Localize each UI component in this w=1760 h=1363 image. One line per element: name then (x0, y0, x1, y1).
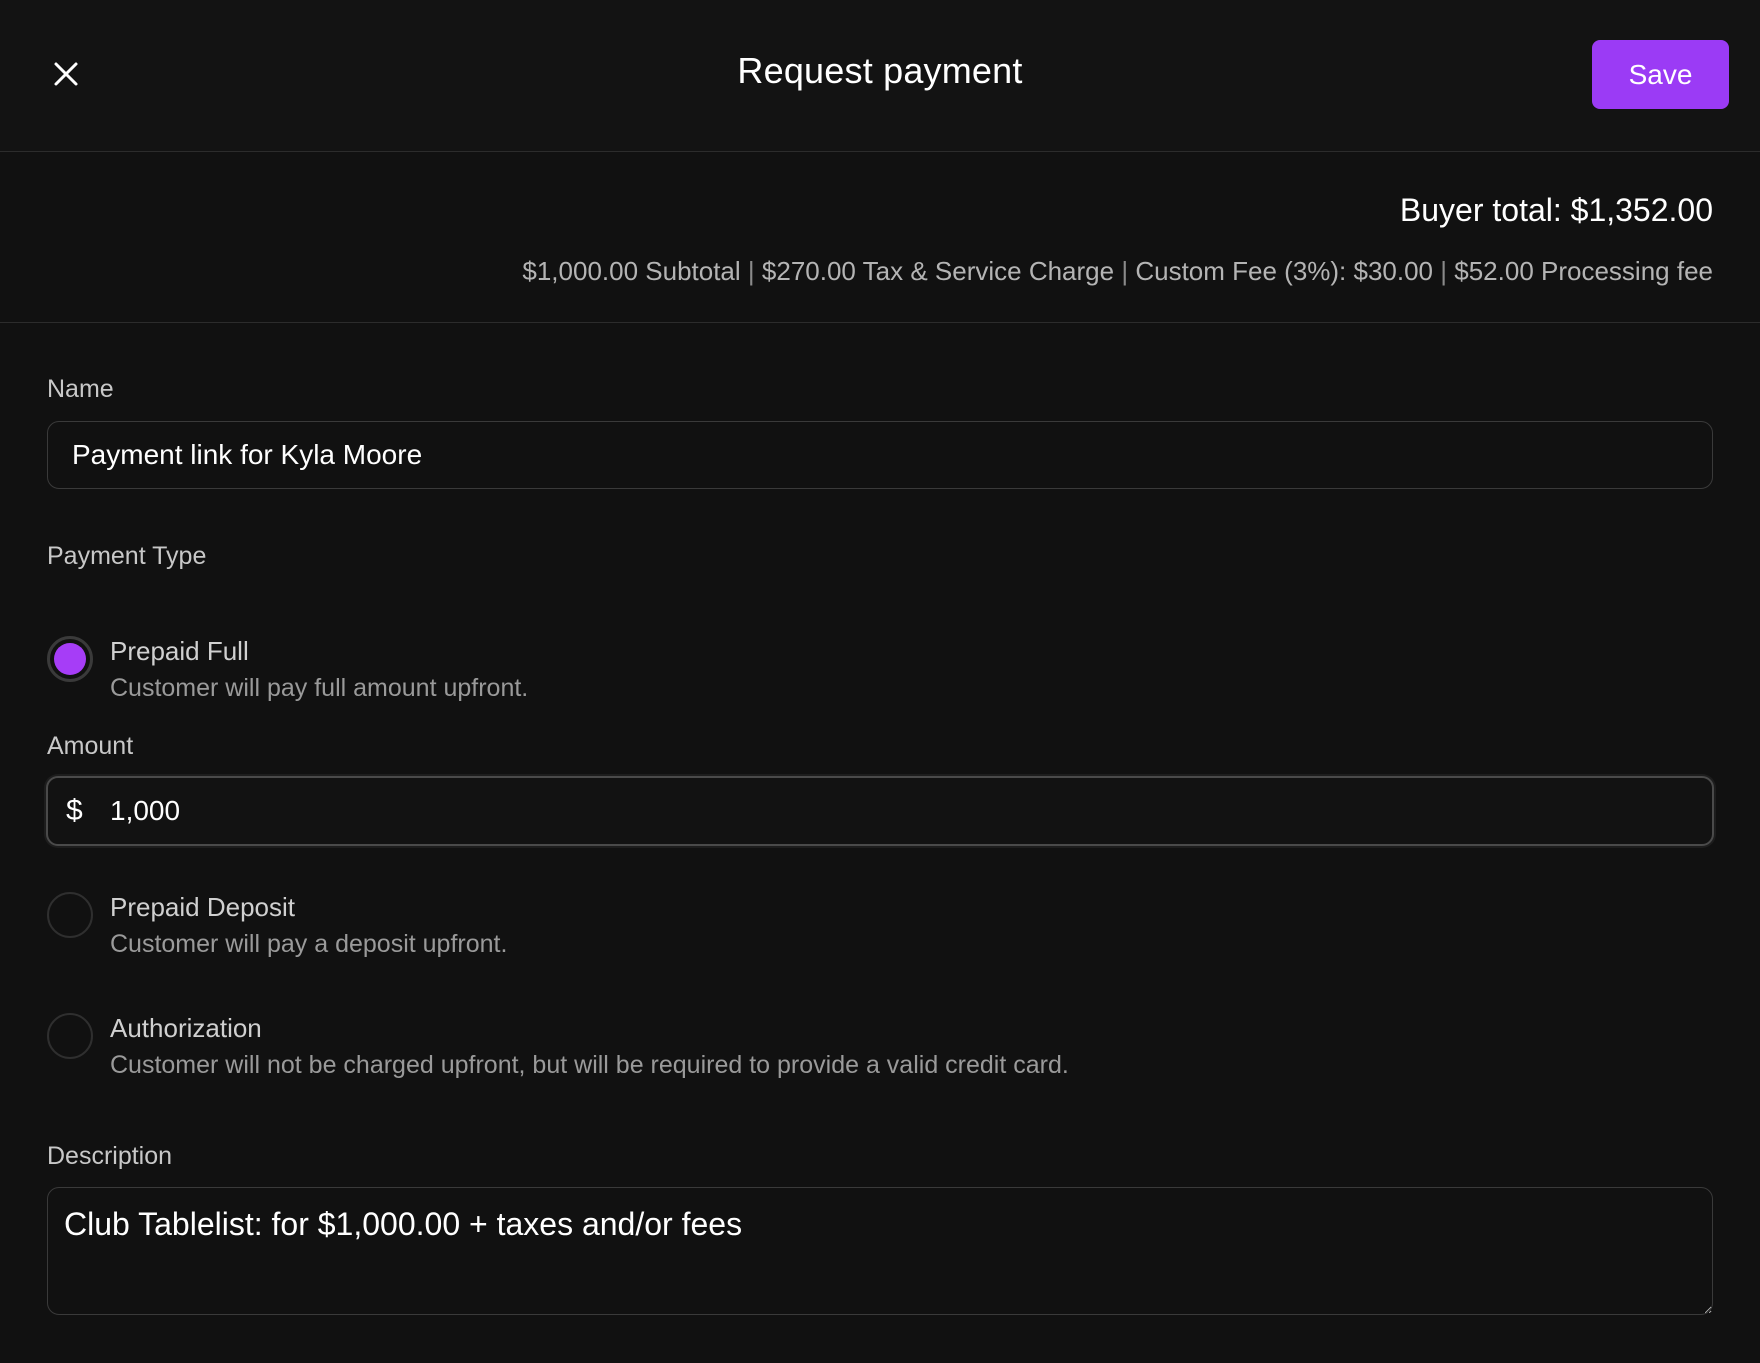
currency-symbol: $ (66, 794, 83, 827)
separator: | (1121, 256, 1129, 286)
radio-description: Customer will pay full amount upfront. (110, 674, 529, 702)
custom-fee-text: Custom Fee (3%): $30.00 (1135, 256, 1434, 286)
radio-unselected-indicator[interactable] (47, 1013, 93, 1059)
subtotal-text: $1,000.00 Subtotal (522, 256, 741, 286)
amount-input[interactable] (110, 778, 1690, 844)
radio-title: Prepaid Deposit (110, 892, 295, 922)
name-label: Name (47, 375, 114, 403)
description-textarea[interactable]: Club Tablelist: for $1,000.00 + taxes an… (47, 1187, 1713, 1315)
separator: | (747, 256, 755, 286)
name-input[interactable] (47, 421, 1713, 489)
radio-title: Prepaid Full (110, 636, 249, 666)
page-title: Request payment (737, 50, 1023, 91)
separator: | (1440, 256, 1448, 286)
radio-selected-indicator[interactable] (47, 636, 93, 682)
payment-type-label: Payment Type (47, 542, 207, 570)
description-label: Description (47, 1142, 173, 1170)
radio-description: Customer will not be charged upfront, bu… (110, 1051, 1069, 1079)
save-button[interactable]: Save (1592, 40, 1729, 109)
amount-label: Amount (47, 732, 134, 760)
amount-field[interactable]: $ (46, 776, 1714, 846)
tax-text: $270.00 Tax & Service Charge (761, 256, 1115, 286)
radio-prepaid-deposit[interactable]: Prepaid Deposit Customer will pay a depo… (47, 892, 1447, 966)
radio-prepaid-full[interactable]: Prepaid Full Customer will pay full amou… (47, 636, 1447, 710)
radio-authorization[interactable]: Authorization Customer will not be charg… (47, 1013, 1447, 1087)
modal-header: Request payment Save (0, 0, 1760, 152)
radio-unselected-indicator[interactable] (47, 892, 93, 938)
fee-breakdown: $1,000.00 Subtotal | $270.00 Tax & Servi… (522, 256, 1713, 287)
radio-description: Customer will pay a deposit upfront. (110, 930, 508, 958)
payment-summary: Buyer total: $1,352.00 $1,000.00 Subtota… (0, 152, 1760, 323)
radio-title: Authorization (110, 1013, 262, 1043)
buyer-total: Buyer total: $1,352.00 (1399, 192, 1713, 228)
processing-fee-text: $52.00 Processing fee (1454, 256, 1713, 286)
